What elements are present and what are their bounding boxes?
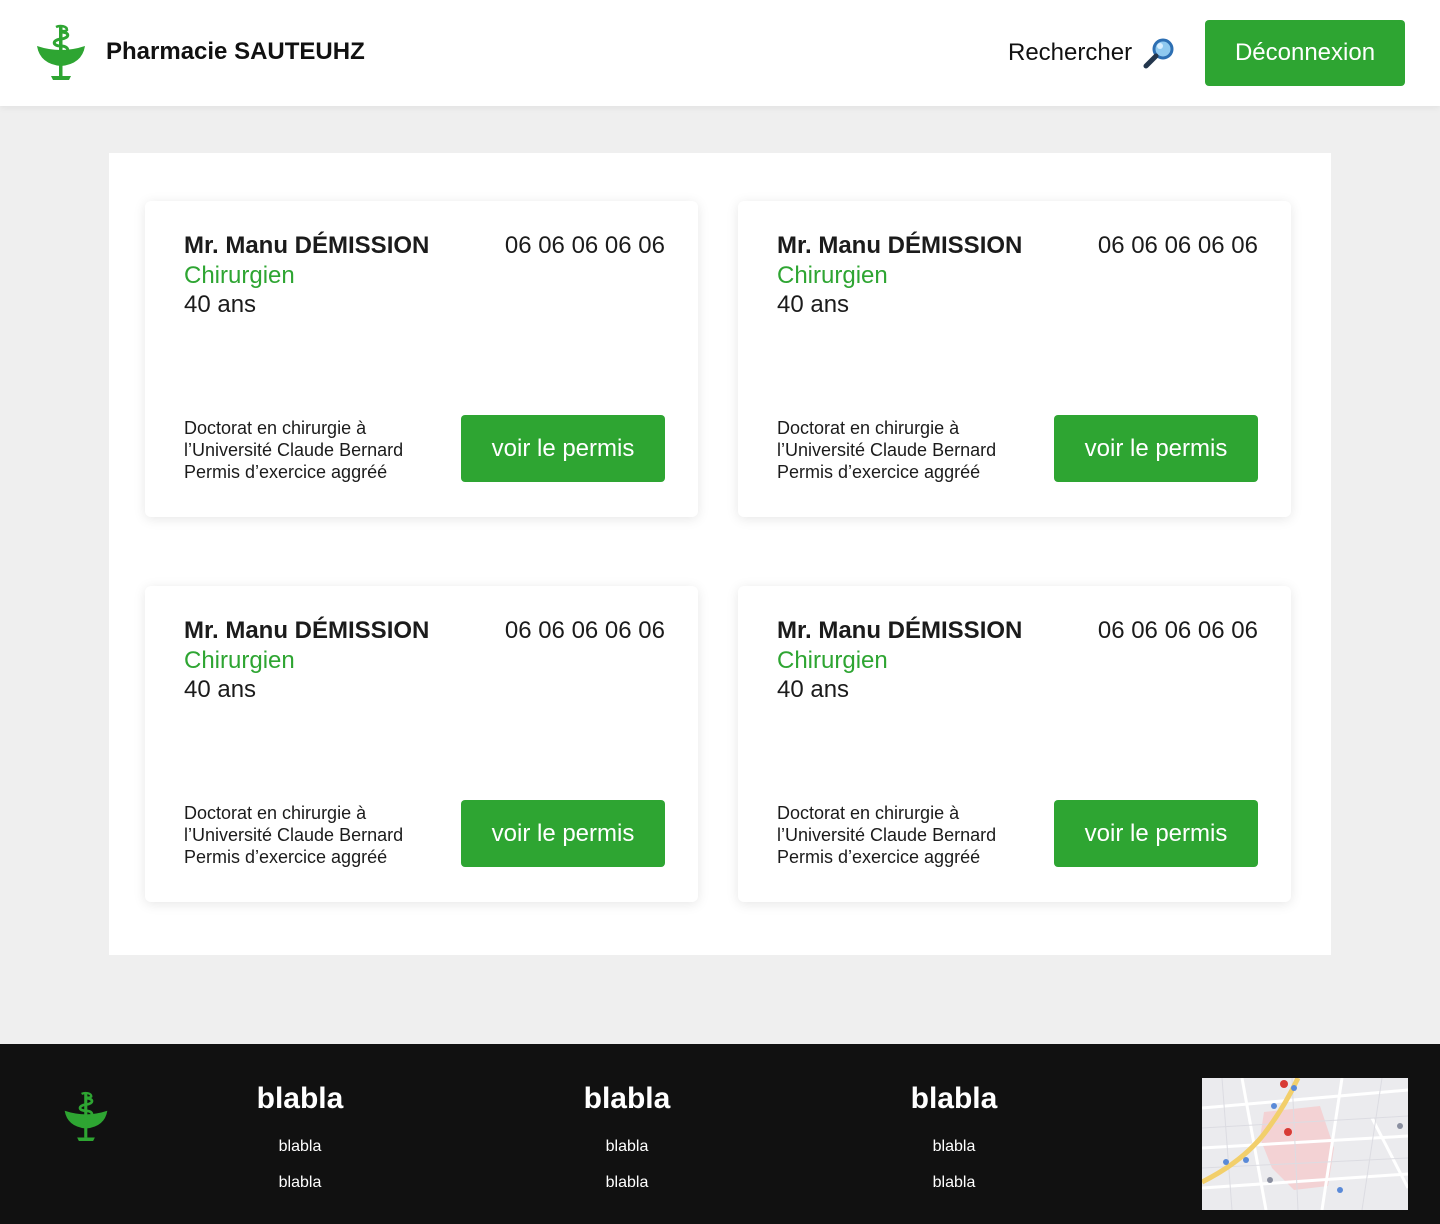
site-header: Pharmacie SAUTEUHZ Rechercher Déconnexio…	[0, 0, 1440, 106]
doctor-card: Mr. Manu DÉMISSION 06 06 06 06 06 Chirur…	[145, 201, 698, 517]
view-permit-button[interactable]: voir le permis	[1054, 800, 1258, 867]
doctor-card: Mr. Manu DÉMISSION 06 06 06 06 06 Chirur…	[738, 201, 1291, 517]
doctor-specialty: Chirurgien	[777, 647, 888, 674]
footer-column: blabla blabla blabla	[527, 1082, 727, 1192]
view-permit-button[interactable]: voir le permis	[461, 415, 665, 482]
description-line: l’Université Claude Bernard	[777, 440, 997, 460]
doctor-card: Mr. Manu DÉMISSION 06 06 06 06 06 Chirur…	[145, 586, 698, 902]
pharmacy-caduceus-icon[interactable]	[62, 1090, 110, 1144]
doctor-phone: 06 06 06 06 06	[504, 617, 665, 644]
doctor-list-panel: Mr. Manu DÉMISSION 06 06 06 06 06 Chirur…	[109, 153, 1331, 955]
doctor-description: Doctorat en chirurgie à l’Université Cla…	[777, 417, 996, 483]
doctor-description: Doctorat en chirurgie à l’Université Cla…	[184, 417, 403, 483]
description-line: Permis d’exercice aggréé	[777, 847, 981, 867]
description-line: Doctorat en chirurgie à	[184, 418, 367, 438]
doctor-phone: 06 06 06 06 06	[504, 232, 665, 259]
doctor-age: 40 ans	[777, 291, 850, 318]
doctor-specialty: Chirurgien	[777, 262, 888, 289]
footer-link[interactable]: blabla	[854, 1174, 1054, 1192]
doctor-card: Mr. Manu DÉMISSION 06 06 06 06 06 Chirur…	[738, 586, 1291, 902]
footer-link[interactable]: blabla	[854, 1138, 1054, 1156]
description-line: Permis d’exercice aggréé	[184, 847, 388, 867]
search-button[interactable]: Rechercher	[1008, 36, 1176, 70]
footer-column-title: blabla	[256, 1082, 344, 1115]
description-line: l’Université Claude Bernard	[184, 825, 404, 845]
footer-link[interactable]: blabla	[527, 1138, 727, 1156]
doctor-name: Mr. Manu DÉMISSION	[184, 617, 430, 644]
site-footer: blabla blabla blabla blabla blabla blabl…	[0, 1044, 1440, 1224]
footer-column: blabla blabla blabla	[854, 1082, 1054, 1192]
map-graphic	[1202, 1078, 1408, 1210]
doctor-phone: 06 06 06 06 06	[1097, 232, 1258, 259]
doctor-description: Doctorat en chirurgie à l’Université Cla…	[777, 802, 996, 868]
footer-link[interactable]: blabla	[200, 1174, 400, 1192]
doctor-name: Mr. Manu DÉMISSION	[777, 617, 1023, 644]
footer-column-title: blabla	[583, 1082, 671, 1115]
doctor-age: 40 ans	[777, 676, 850, 703]
doctor-age: 40 ans	[184, 291, 257, 318]
footer-link[interactable]: blabla	[527, 1174, 727, 1192]
doctor-specialty: Chirurgien	[184, 647, 295, 674]
doctor-phone: 06 06 06 06 06	[1097, 617, 1258, 644]
doctor-name: Mr. Manu DÉMISSION	[777, 232, 1023, 259]
description-line: Doctorat en chirurgie à	[184, 803, 367, 823]
footer-link[interactable]: blabla	[200, 1138, 400, 1156]
pharmacy-caduceus-icon[interactable]	[34, 24, 88, 82]
doctor-name: Mr. Manu DÉMISSION	[184, 232, 430, 259]
description-line: l’Université Claude Bernard	[777, 825, 997, 845]
view-permit-button[interactable]: voir le permis	[1054, 415, 1258, 482]
location-map[interactable]	[1202, 1078, 1408, 1210]
description-line: Doctorat en chirurgie à	[777, 803, 960, 823]
doctor-age: 40 ans	[184, 676, 257, 703]
magnifying-glass-icon	[1143, 38, 1174, 69]
description-line: Doctorat en chirurgie à	[777, 418, 960, 438]
logout-button[interactable]: Déconnexion	[1205, 20, 1405, 86]
view-permit-button[interactable]: voir le permis	[461, 800, 665, 867]
doctor-description: Doctorat en chirurgie à l’Université Cla…	[184, 802, 403, 868]
description-line: l’Université Claude Bernard	[184, 440, 404, 460]
footer-column-title: blabla	[910, 1082, 998, 1115]
footer-column: blabla blabla blabla	[200, 1082, 400, 1192]
doctor-specialty: Chirurgien	[184, 262, 295, 289]
description-line: Permis d’exercice aggréé	[777, 462, 981, 482]
search-label: Rechercher	[1008, 39, 1133, 66]
description-line: Permis d’exercice aggréé	[184, 462, 388, 482]
brand-name: Pharmacie SAUTEUHZ	[106, 38, 365, 65]
